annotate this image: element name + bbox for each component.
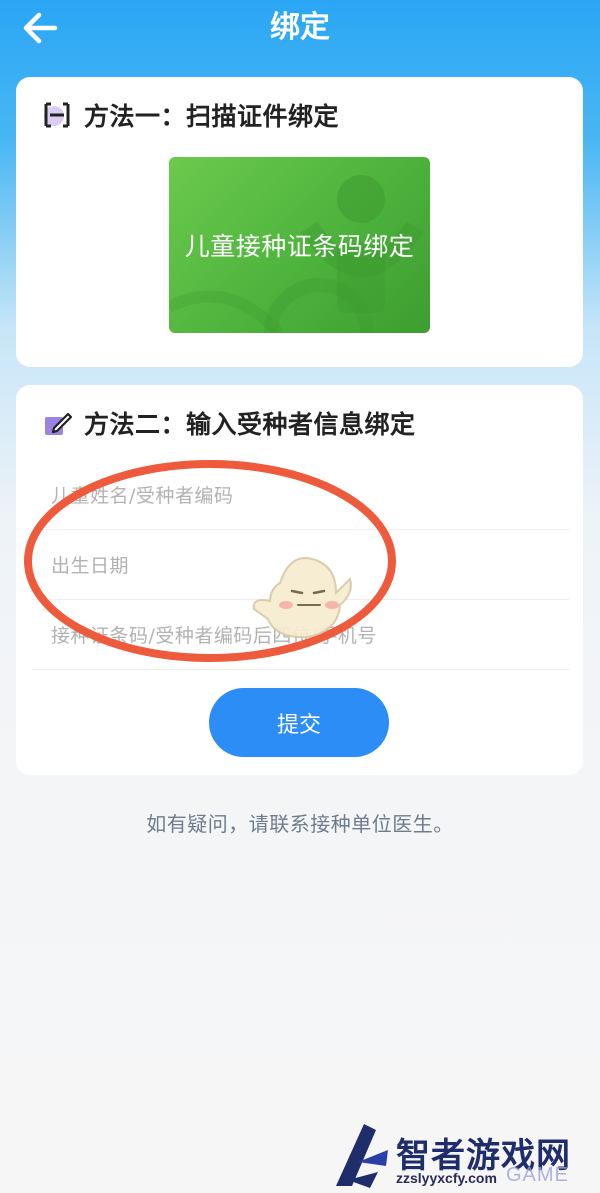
method2-header: 方法二：输入受种者信息绑定 (42, 405, 416, 441)
submit-button[interactable]: 提交 (209, 688, 389, 757)
watermark-url: zzslyyxcfy.com (396, 1170, 497, 1186)
mascot-icon (252, 557, 352, 639)
method1-title: 方法一：扫描证件绑定 (84, 102, 340, 131)
watermark: 智者游戏网 GAME zzslyyxcfy.com (330, 1120, 600, 1193)
brand-logo-icon (336, 1124, 388, 1188)
watermark-game: GAME (506, 1164, 569, 1186)
method2-title: 方法二：输入受种者信息绑定 (84, 410, 416, 439)
scan-card-label: 儿童接种证条码绑定 (184, 232, 415, 261)
app-header: 绑定 (0, 0, 600, 58)
method1-header: 方法一：扫描证件绑定 (42, 97, 339, 133)
help-text: 如有疑问，请联系接种单位医生。 (146, 812, 454, 836)
edit-icon (42, 408, 73, 438)
scan-barcode-button[interactable]: 儿童接种证条码绑定 (169, 157, 430, 333)
scan-method-card: 方法一：扫描证件绑定 儿童接种证条码绑定 (16, 77, 583, 367)
scan-icon (42, 100, 72, 130)
page-title: 绑定 (270, 10, 330, 45)
